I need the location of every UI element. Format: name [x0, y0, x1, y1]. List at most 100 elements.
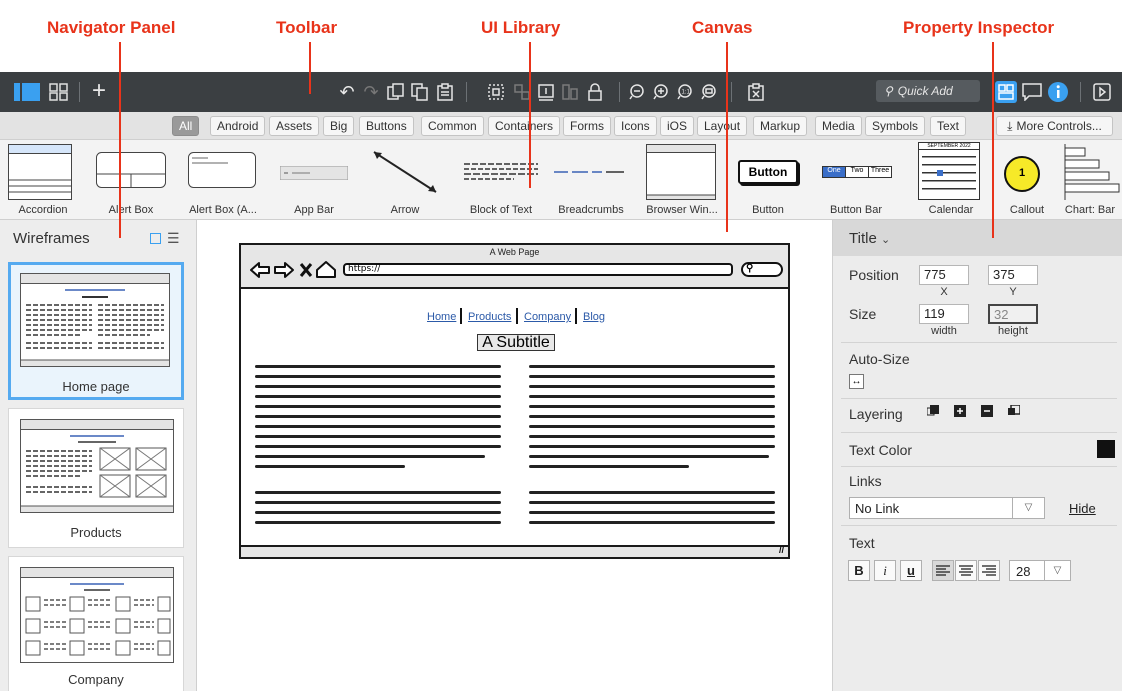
library-item-app-bar[interactable]: App Bar	[276, 140, 352, 219]
send-backward-icon[interactable]	[981, 405, 993, 417]
present-icon[interactable]	[1092, 82, 1112, 102]
canvas-link-company[interactable]: Company	[524, 311, 571, 323]
text-line	[529, 491, 775, 494]
library-item-block-of-text[interactable]: Block of Text	[458, 140, 544, 219]
navigator-title: Wireframes	[13, 230, 90, 247]
group-icon[interactable]	[486, 82, 506, 102]
library-item-button-bar[interactable]: One Two Three Button Bar	[816, 140, 896, 219]
library-item-button[interactable]: Button Button	[730, 140, 806, 219]
library-item-breadcrumbs[interactable]: Breadcrumbs	[548, 140, 634, 219]
width-field[interactable]: 119	[919, 304, 969, 324]
lock-icon[interactable]	[585, 82, 605, 102]
grid-view-icon[interactable]	[48, 82, 70, 102]
send-to-back-icon[interactable]	[1008, 405, 1020, 417]
library-item-callout[interactable]: 1 Callout	[998, 140, 1056, 219]
position-y-field[interactable]: 375	[988, 265, 1038, 285]
clipboard-x-icon[interactable]	[746, 82, 766, 102]
zoom-out-icon[interactable]	[628, 82, 648, 102]
library-item-label: Arrow	[390, 204, 420, 216]
filter-symbols[interactable]: Symbols	[865, 116, 926, 136]
filter-all[interactable]: All	[172, 116, 200, 136]
library-item-alert-box[interactable]: Alert Box	[88, 140, 174, 219]
filter-assets[interactable]: Assets	[269, 116, 320, 136]
button-bar-two: Two	[845, 167, 868, 177]
filter-big[interactable]: Big	[323, 116, 355, 136]
bring-to-front-icon[interactable]	[927, 405, 939, 417]
products-page-preview	[20, 419, 174, 513]
filter-common[interactable]: Common	[421, 116, 484, 136]
align-center-button[interactable]	[955, 560, 977, 581]
resize-handle-icon[interactable]: //	[779, 545, 784, 555]
filter-media[interactable]: Media	[815, 116, 862, 136]
align-left-button[interactable]	[932, 560, 954, 581]
canvas-subtitle-selected[interactable]: A Subtitle	[477, 334, 555, 351]
browser-search-field[interactable]: ⚲	[741, 262, 783, 277]
page-thumbnail-home[interactable]: Home page	[8, 262, 184, 400]
zoom-in-icon[interactable]	[652, 82, 672, 102]
page-thumbnail-company[interactable]: Company	[8, 556, 184, 691]
library-item-arrow[interactable]: Arrow	[362, 140, 448, 219]
copy-icon[interactable]	[386, 82, 406, 102]
library-item-browser-window[interactable]: Browser Win...	[640, 140, 724, 219]
filter-forms[interactable]: Forms	[563, 116, 611, 136]
filter-android[interactable]: Android	[210, 116, 266, 136]
browser-window-mockup[interactable]: A Web Page https:// ⚲ Home Products Comp…	[239, 243, 790, 559]
page-thumbnail-products[interactable]: Products	[8, 408, 184, 548]
info-icon[interactable]	[1047, 81, 1069, 103]
arrow-thumbnail	[373, 151, 437, 193]
redo-icon[interactable]: ↷	[361, 82, 381, 102]
inspector-header[interactable]: Title ⌄	[833, 220, 1122, 256]
font-size-dropdown[interactable]: 28 ▽	[1009, 560, 1071, 581]
height-field[interactable]: 32	[988, 304, 1038, 324]
library-item-calendar[interactable]: SEPTEMBER 2022 Calendar	[906, 140, 996, 219]
filter-markup[interactable]: Markup	[753, 116, 808, 136]
library-item-label: App Bar	[294, 204, 334, 216]
underline-button[interactable]: u	[900, 560, 922, 581]
canvas-link-products[interactable]: Products	[468, 311, 511, 323]
library-item-label: Alert Box (A...	[189, 204, 257, 216]
filter-layout[interactable]: Layout	[697, 116, 748, 136]
list-view-icon[interactable]	[14, 82, 40, 102]
library-item-label: Browser Win...	[646, 204, 718, 216]
distribute-icon[interactable]	[560, 82, 580, 102]
button-bar-sample: One Two Three	[822, 166, 892, 178]
canvas-link-blog[interactable]: Blog	[583, 311, 605, 323]
comment-icon[interactable]	[1021, 82, 1043, 102]
breadcrumbs-thumbnail	[554, 171, 624, 173]
align-icon[interactable]	[536, 82, 556, 102]
undo-icon[interactable]: ↶	[337, 82, 357, 102]
library-item-label: Alert Box	[108, 204, 154, 216]
filter-text[interactable]: Text	[930, 116, 967, 136]
library-item-chart-bar[interactable]: Chart: Bar	[1058, 140, 1122, 219]
links-label: Links	[849, 473, 882, 489]
filter-containers[interactable]: Containers	[488, 116, 561, 136]
zoom-fit-icon[interactable]	[700, 82, 720, 102]
callout-toolbar: Toolbar	[276, 18, 338, 37]
library-item-alert-box-alt[interactable]: Alert Box (A...	[180, 140, 266, 219]
duplicate-icon[interactable]	[410, 82, 430, 102]
zoom-actual-icon[interactable]: 1:1	[676, 82, 696, 102]
browser-url-field[interactable]: https://	[343, 263, 733, 276]
library-item-accordion[interactable]: Accordion	[0, 140, 86, 219]
align-right-button[interactable]	[978, 560, 1000, 581]
filter-buttons[interactable]: Buttons	[359, 116, 414, 136]
hide-link[interactable]: Hide	[1069, 501, 1096, 516]
paste-icon[interactable]	[435, 82, 455, 102]
filter-ios[interactable]: iOS	[660, 116, 695, 136]
thumbnail-view-icon[interactable]	[150, 233, 161, 244]
add-icon[interactable]: +	[88, 79, 110, 103]
list-view-icon[interactable]: ☰	[167, 231, 180, 245]
more-controls-button[interactable]: ⤓ More Controls...	[996, 116, 1113, 136]
position-x-field[interactable]: 775	[919, 265, 969, 285]
bring-forward-icon[interactable]	[954, 405, 966, 417]
text-line	[255, 425, 501, 428]
inspector-toggle-icon[interactable]	[995, 81, 1017, 103]
links-dropdown[interactable]: No Link ▽	[849, 497, 1045, 519]
canvas-link-home[interactable]: Home	[427, 311, 456, 323]
italic-button[interactable]: i	[874, 560, 896, 581]
bold-button[interactable]: B	[848, 560, 870, 581]
autosize-toggle-icon[interactable]: ↔	[849, 374, 864, 389]
filter-icons[interactable]: Icons	[614, 116, 657, 136]
quick-add-input[interactable]: ⚲ Quick Add	[876, 80, 980, 102]
text-color-swatch[interactable]	[1097, 440, 1115, 458]
